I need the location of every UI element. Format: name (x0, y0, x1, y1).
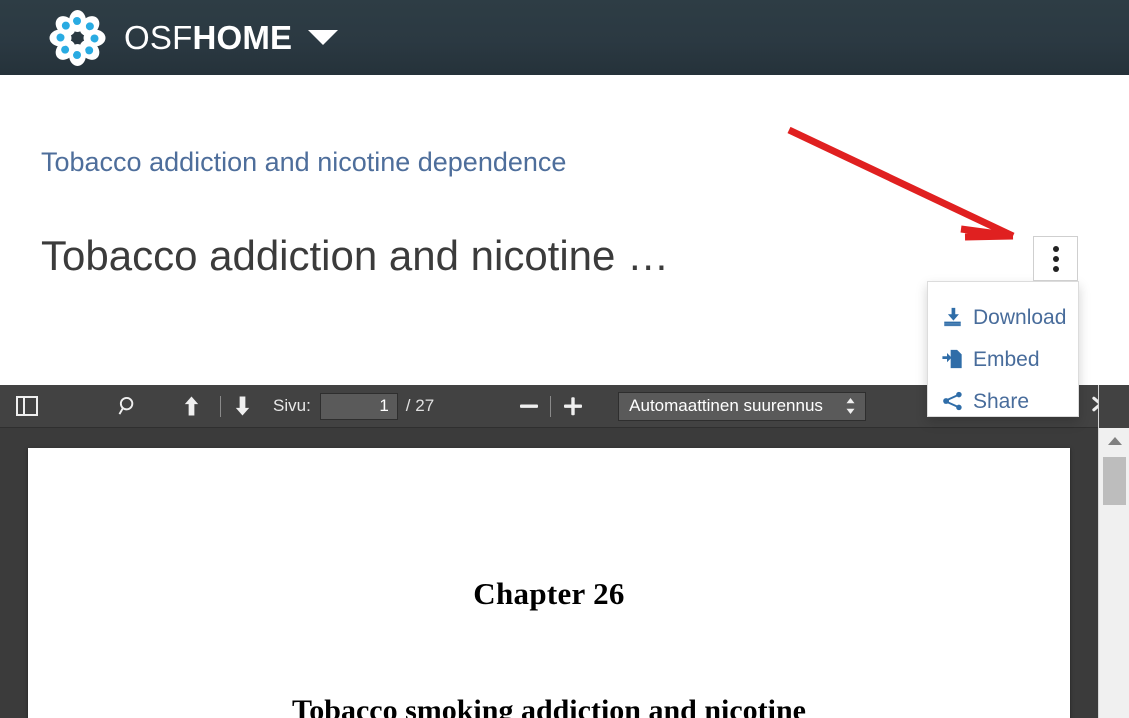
osf-logo-icon (49, 9, 105, 66)
toolbar-divider (220, 395, 221, 417)
sidebar-toggle-icon[interactable] (11, 391, 42, 422)
scroll-up-arrow-icon[interactable] (1099, 428, 1129, 454)
page-number-label: Sivu: (273, 396, 311, 415)
pdf-page-1: Chapter 26 Tobacco smoking addiction and… (28, 448, 1070, 718)
zoom-out-button[interactable] (513, 391, 544, 422)
brand-home-link[interactable]: OSFHOME (49, 9, 339, 66)
menu-item-label: Share (973, 389, 1030, 413)
chevron-down-icon[interactable] (308, 30, 339, 45)
brand-suffix: HOME (192, 19, 293, 56)
menu-item-label: Download (973, 305, 1067, 329)
more-actions-button[interactable] (1033, 236, 1078, 281)
search-icon[interactable] (113, 391, 144, 422)
breadcrumb-parent-link[interactable]: Tobacco addiction and nicotine dependenc… (41, 147, 566, 178)
page-count-label: / 27 (405, 396, 435, 415)
menu-item-embed[interactable]: Embed (928, 338, 1078, 380)
triangle-up-icon (1107, 437, 1122, 445)
zoom-level-select[interactable]: Automaattinen suurennus (618, 391, 867, 421)
previous-page-icon[interactable] (176, 391, 207, 422)
pdf-canvas-area[interactable]: Chapter 26 Tobacco smoking addiction and… (0, 428, 1098, 718)
brand-text: OSFHOME (124, 21, 292, 54)
share-icon (941, 390, 964, 412)
pdf-vertical-scrollbar[interactable] (1098, 385, 1129, 718)
toolbar-divider (550, 395, 552, 417)
menu-item-download[interactable]: Download (928, 296, 1078, 338)
page-number-input[interactable] (319, 392, 398, 420)
pdf-document-heading: Tobacco smoking addiction and nicotine (292, 694, 806, 718)
top-navbar: OSFHOME (0, 0, 1129, 75)
actions-dropdown-menu: Download Embed Share (927, 281, 1079, 417)
page-title: Tobacco addiction and nicotine … (41, 232, 670, 279)
zoom-in-button[interactable] (557, 391, 588, 422)
download-icon (941, 306, 964, 328)
menu-item-share[interactable]: Share (928, 380, 1078, 422)
vertical-ellipsis-icon (1052, 265, 1059, 272)
updown-stepper-icon (845, 397, 856, 415)
vertical-ellipsis-icon (1052, 245, 1059, 252)
menu-item-label: Embed (973, 347, 1040, 371)
brand-prefix: OSF (124, 19, 193, 56)
app-screen: OSFHOME Tobacco addiction and nicotine d… (0, 0, 1129, 718)
vertical-ellipsis-icon (1052, 255, 1059, 262)
zoom-level-value: Automaattinen suurennus (629, 396, 823, 415)
embed-icon (941, 348, 964, 370)
next-page-icon[interactable] (227, 391, 258, 422)
pdf-chapter-title: Chapter 26 (473, 576, 625, 611)
scroll-thumb[interactable] (1103, 457, 1126, 505)
pdf-viewer: Sivu: / 27 Automaattinen suurennus (0, 385, 1129, 718)
scrollbar-top-cap (1099, 385, 1129, 428)
